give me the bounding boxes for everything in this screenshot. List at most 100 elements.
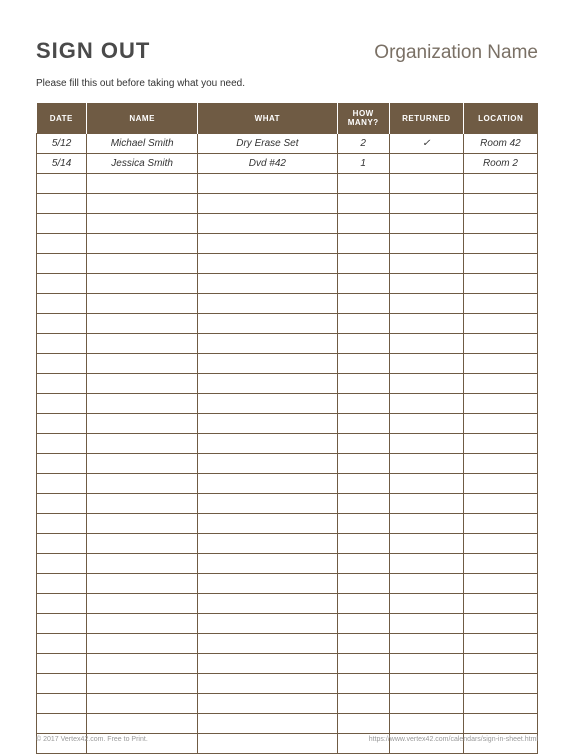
cell-returned [389,574,463,594]
cell-date [37,594,87,614]
cell-location [463,634,537,654]
cell-howmany [337,714,389,734]
cell-location [463,574,537,594]
cell-date [37,714,87,734]
cell-returned [389,234,463,254]
cell-name [87,574,198,594]
cell-returned [389,494,463,514]
cell-what [198,514,337,534]
cell-name [87,434,198,454]
cell-name [87,254,198,274]
cell-name [87,654,198,674]
cell-location [463,594,537,614]
cell-returned [389,294,463,314]
cell-returned [389,454,463,474]
cell-date [37,554,87,574]
table-row [37,594,538,614]
cell-date [37,294,87,314]
cell-howmany [337,654,389,674]
cell-returned [389,654,463,674]
cell-returned [389,314,463,334]
table-row [37,674,538,694]
cell-howmany: 1 [337,154,389,174]
cell-returned [389,214,463,234]
cell-location [463,514,537,534]
cell-what [198,554,337,574]
table-row: 5/12Michael SmithDry Erase Set2✓Room 42 [37,134,538,154]
cell-howmany [337,434,389,454]
table-header-row: DATE NAME WHAT HOW MANY? RETURNED LOCATI… [37,103,538,134]
table-row [37,514,538,534]
table-row [37,534,538,554]
cell-what [198,574,337,594]
cell-name [87,534,198,554]
cell-what: Dry Erase Set [198,134,337,154]
cell-location: Room 42 [463,134,537,154]
cell-returned: ✓ [389,134,463,154]
cell-name [87,674,198,694]
cell-location [463,194,537,214]
table-body: 5/12Michael SmithDry Erase Set2✓Room 425… [37,134,538,754]
cell-date [37,494,87,514]
cell-date [37,354,87,374]
col-header-name: NAME [87,103,198,134]
cell-howmany [337,634,389,654]
cell-returned [389,254,463,274]
footer-left: © 2017 Vertex42.com. Free to Print. [36,736,148,743]
table-row [37,194,538,214]
cell-howmany [337,474,389,494]
cell-date [37,214,87,234]
table-row [37,354,538,374]
cell-date [37,234,87,254]
cell-date [37,254,87,274]
cell-location [463,254,537,274]
cell-returned [389,514,463,534]
table-row [37,614,538,634]
cell-returned [389,154,463,174]
cell-name [87,214,198,234]
cell-what: Dvd #42 [198,154,337,174]
cell-name [87,594,198,614]
cell-returned [389,674,463,694]
footer: © 2017 Vertex42.com. Free to Print. http… [36,736,538,743]
cell-name [87,494,198,514]
table-row [37,254,538,274]
cell-what [198,634,337,654]
cell-howmany [337,494,389,514]
table-row [37,394,538,414]
table-row [37,334,538,354]
cell-date [37,174,87,194]
cell-date [37,334,87,354]
cell-what [198,454,337,474]
cell-returned [389,174,463,194]
cell-location [463,534,537,554]
table-row [37,654,538,674]
cell-what [198,174,337,194]
cell-returned [389,554,463,574]
cell-name [87,694,198,714]
cell-name [87,314,198,334]
cell-location [463,334,537,354]
cell-name [87,354,198,374]
cell-location [463,494,537,514]
cell-howmany [337,214,389,234]
cell-returned [389,274,463,294]
cell-returned [389,194,463,214]
signout-table: DATE NAME WHAT HOW MANY? RETURNED LOCATI… [36,103,538,754]
cell-location [463,554,537,574]
cell-what [198,254,337,274]
cell-date [37,274,87,294]
cell-name [87,414,198,434]
footer-right: https://www.vertex42.com/calendars/sign-… [369,736,538,743]
cell-name [87,174,198,194]
col-header-what: WHAT [198,103,337,134]
cell-date [37,194,87,214]
cell-returned [389,594,463,614]
cell-what [198,674,337,694]
cell-returned [389,534,463,554]
cell-what [198,394,337,414]
cell-location: Room 2 [463,154,537,174]
cell-what [198,354,337,374]
cell-howmany [337,274,389,294]
cell-date [37,534,87,554]
